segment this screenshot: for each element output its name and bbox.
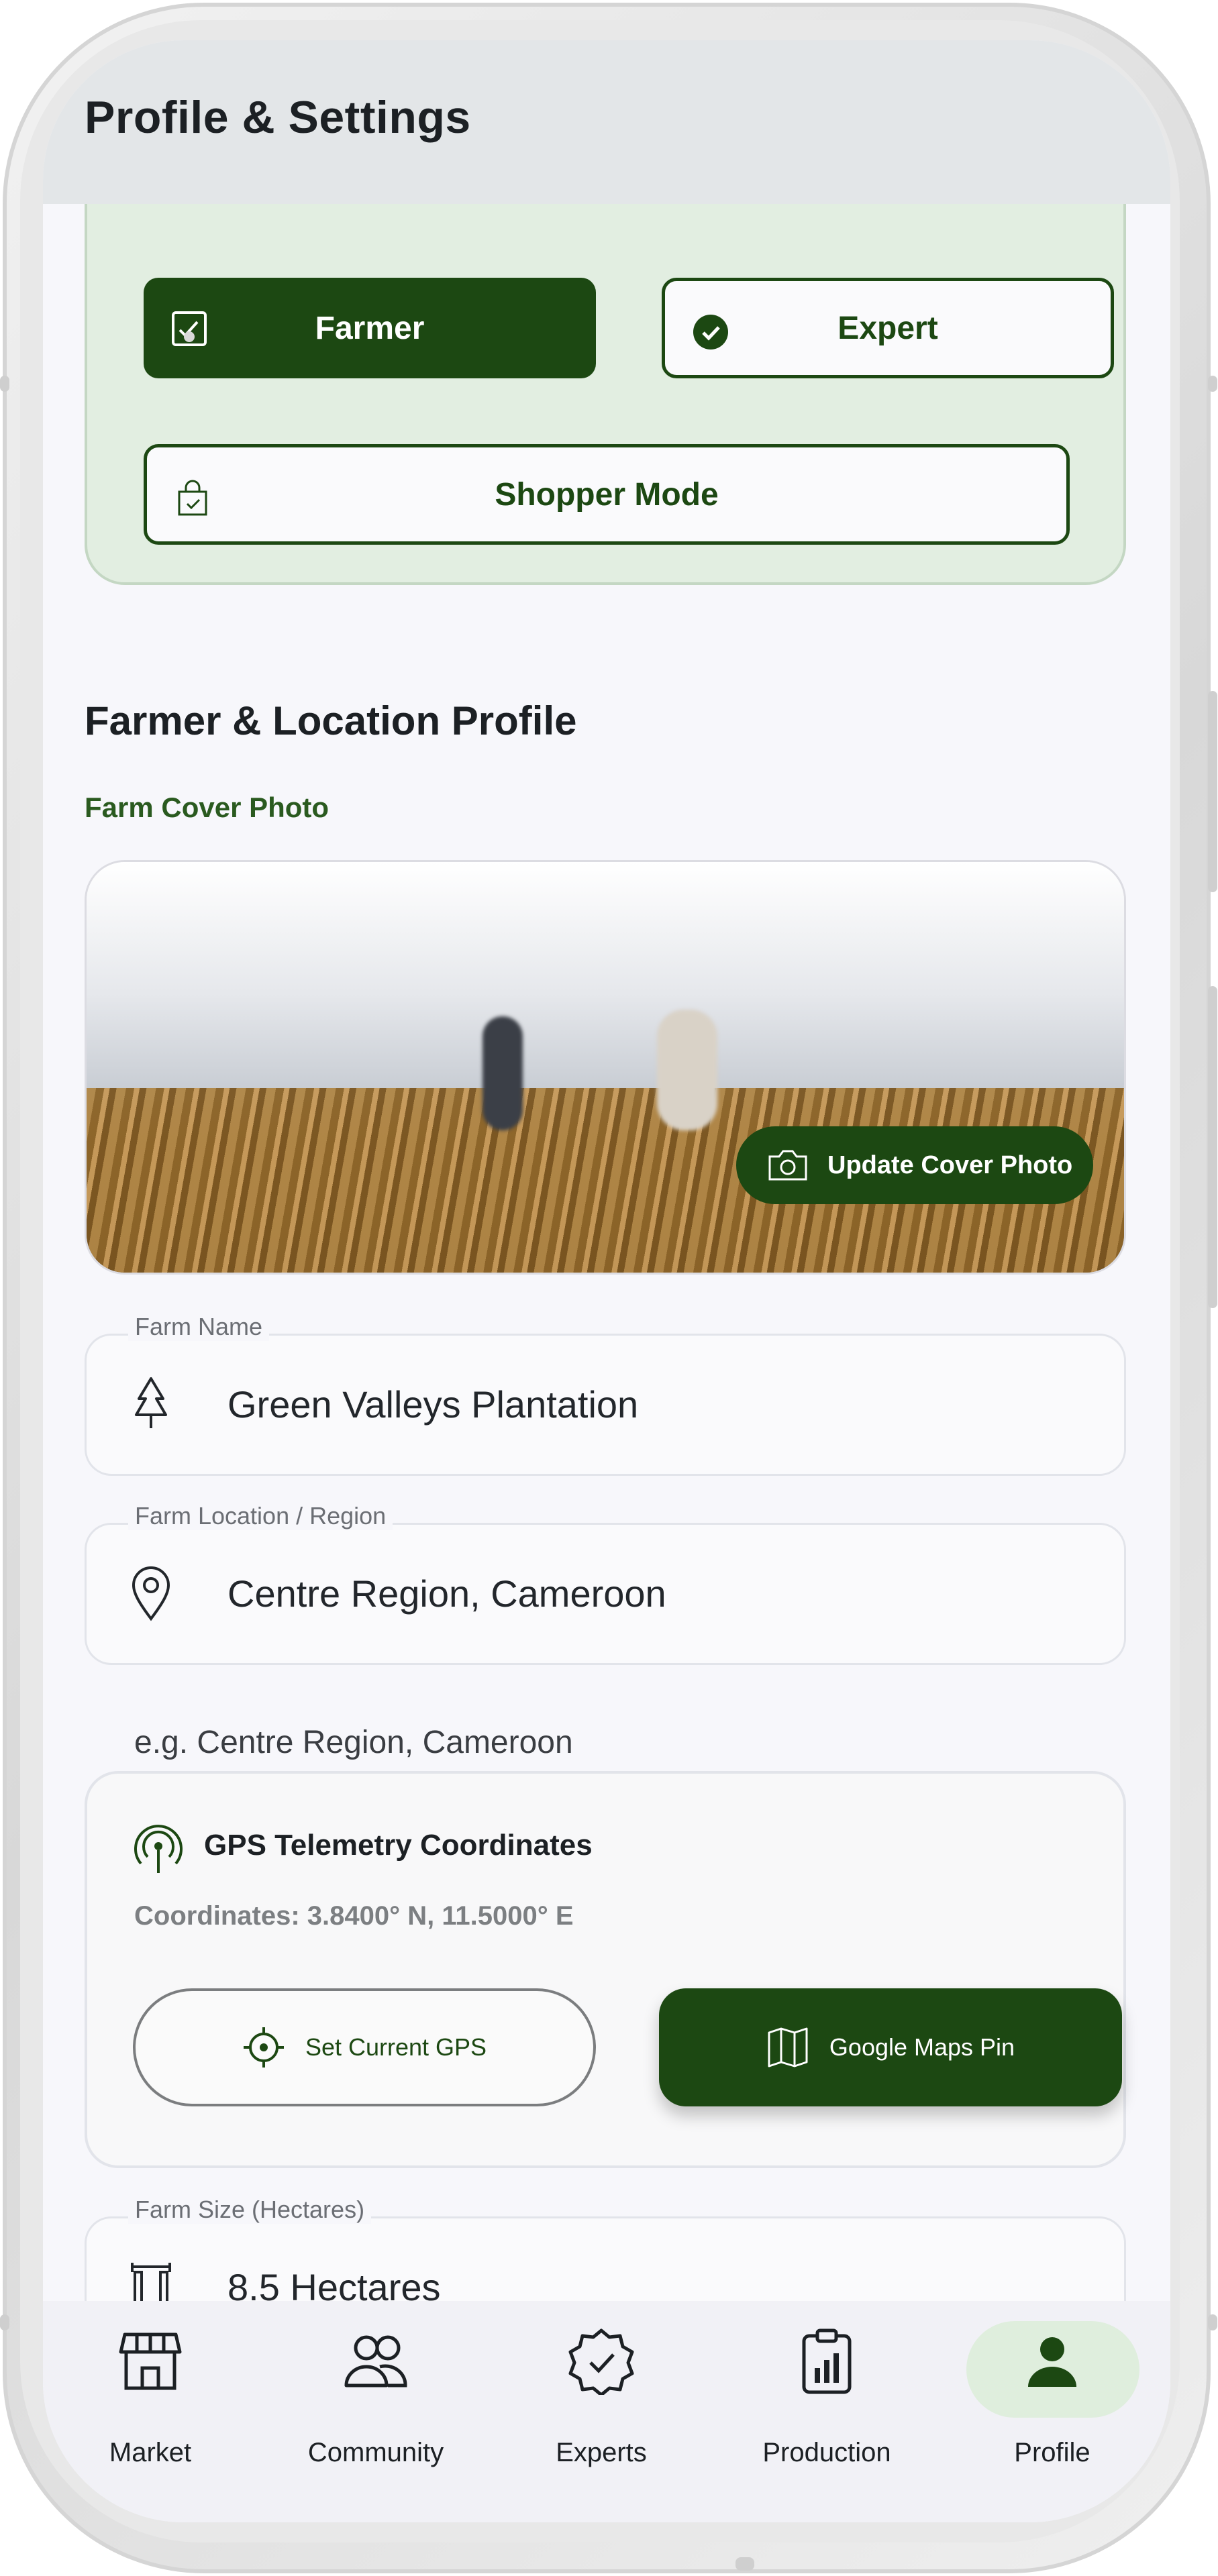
screen: Farmer Expert Shopper Mode Farmer & Loca…: [43, 40, 1170, 2522]
crosshair-icon: [243, 2027, 284, 2068]
farm-location-field[interactable]: Farm Location / Region Centre Region, Ca…: [85, 1502, 1126, 1665]
role-selector-card: Farmer Expert Shopper Mode: [85, 161, 1126, 585]
update-cover-photo-button[interactable]: Update Cover Photo: [736, 1126, 1093, 1204]
farm-size-label: Farm Size (Hectares): [128, 2196, 372, 2224]
verified-badge-icon: [568, 2328, 634, 2395]
shopping-bag-icon: [178, 480, 207, 516]
gps-signal-icon: [134, 1825, 183, 1873]
farmer-role-button[interactable]: Farmer: [144, 278, 596, 378]
farmer-icon: [172, 311, 207, 346]
person-icon: [1028, 2337, 1076, 2387]
clipboard-chart-icon: [802, 2328, 852, 2394]
expert-role-button[interactable]: Expert: [662, 278, 1114, 378]
farm-location-label: Farm Location / Region: [128, 1502, 393, 1530]
right-side-button: [1208, 986, 1217, 1308]
page-title: Profile & Settings: [85, 92, 471, 143]
nav-label-production: Production: [762, 2438, 891, 2467]
set-current-gps-label: Set Current GPS: [305, 2033, 487, 2061]
farm-cover-photo: Update Cover Photo: [85, 860, 1126, 1275]
camera-icon: [768, 1150, 807, 1181]
bottom-port: [735, 2557, 754, 2571]
google-maps-pin-button[interactable]: Google Maps Pin: [659, 1988, 1122, 2106]
nav-label-market: Market: [109, 2438, 192, 2467]
shopper-mode-button[interactable]: Shopper Mode: [144, 444, 1070, 545]
nav-item-production[interactable]: Production: [726, 2328, 927, 2482]
gps-title: GPS Telemetry Coordinates: [204, 1829, 593, 1862]
cover-photo-title: Farm Cover Photo: [85, 792, 329, 823]
cover-sky: [87, 862, 1124, 1100]
location-pin-icon: [132, 1566, 170, 1621]
section-title: Farmer & Location Profile: [85, 698, 577, 743]
map-icon: [768, 2027, 808, 2068]
cover-person-left: [483, 1016, 523, 1130]
shopper-mode-label: Shopper Mode: [495, 476, 719, 513]
gps-coordinates: Coordinates: 3.8400° N, 11.5000° E: [134, 1901, 574, 1931]
nav-label-experts: Experts: [556, 2438, 647, 2467]
expert-role-label: Expert: [838, 310, 938, 346]
right-side-button: [1208, 691, 1217, 892]
nav-item-community[interactable]: Community: [275, 2328, 476, 2482]
nav-label-profile: Profile: [1014, 2438, 1090, 2467]
right-side-button: [1208, 376, 1217, 392]
verified-badge-icon: [693, 315, 728, 350]
left-side-button: [0, 376, 9, 392]
people-icon: [344, 2335, 407, 2387]
farm-location-value: Centre Region, Cameroon: [227, 1572, 666, 1615]
cover-person-right: [657, 1010, 717, 1130]
nav-item-experts[interactable]: Experts: [501, 2328, 702, 2482]
farm-name-value: Green Valleys Plantation: [227, 1383, 639, 1426]
right-side-button: [1208, 2314, 1217, 2330]
set-current-gps-button[interactable]: Set Current GPS: [133, 1988, 596, 2106]
app-header: Profile & Settings: [43, 40, 1170, 204]
nav-item-profile[interactable]: Profile: [952, 2328, 1153, 2482]
farm-location-hint: e.g. Centre Region, Cameroon: [134, 1725, 573, 1760]
tree-icon: [135, 1377, 167, 1428]
bottom-navigation: Market Community Experts Production Prof…: [43, 2301, 1170, 2522]
left-side-button: [0, 2314, 9, 2330]
google-maps-pin-label: Google Maps Pin: [829, 2033, 1015, 2061]
farm-name-field[interactable]: Farm Name Green Valleys Plantation: [85, 1313, 1126, 1476]
gps-telemetry-card: GPS Telemetry Coordinates Coordinates: 3…: [85, 1771, 1126, 2168]
farmer-role-label: Farmer: [315, 310, 425, 346]
store-icon: [119, 2332, 182, 2390]
update-cover-photo-label: Update Cover Photo: [827, 1150, 1073, 1179]
nav-label-community: Community: [307, 2438, 444, 2467]
farm-name-label: Farm Name: [128, 1313, 270, 1341]
nav-item-market[interactable]: Market: [50, 2328, 251, 2482]
